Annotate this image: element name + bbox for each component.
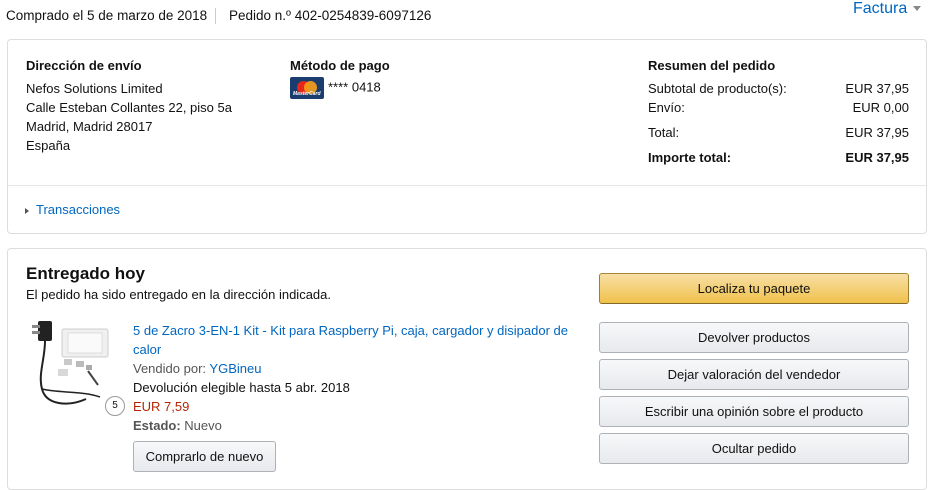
order-date: Comprado el 5 de marzo de 2018	[6, 8, 208, 23]
delivery-description: El pedido ha sido entregado en la direcc…	[26, 287, 331, 302]
product-info: 5 de Zacro 3-EN-1 Kit - Kit para Raspber…	[133, 321, 583, 435]
transactions-label: Transacciones	[36, 202, 121, 217]
summary-heading: Resumen del pedido	[648, 58, 776, 73]
transactions-toggle[interactable]: Transacciones	[25, 202, 120, 217]
seller-link[interactable]: YGBineu	[209, 361, 261, 376]
shipping-heading: Dirección de envío	[26, 58, 142, 73]
order-number: Pedido n.º 402-0254839-6097126	[229, 8, 432, 23]
seller-feedback-button[interactable]: Dejar valoración del vendedor	[599, 359, 909, 390]
sold-by-label: Vendido por:	[133, 361, 207, 376]
shipping-row: Envío: EUR 0,00	[648, 98, 909, 117]
hide-order-button[interactable]: Ocultar pedido	[599, 433, 909, 464]
subtotal-value: EUR 37,95	[845, 81, 909, 96]
payment-method: Método de pago MasterCard **** 0418	[290, 56, 390, 99]
product-title-link[interactable]: 5 de Zacro 3-EN-1 Kit - Kit para Raspber…	[133, 321, 583, 359]
card-number: **** 0418	[328, 79, 381, 95]
total-row: Total: EUR 37,95	[648, 123, 909, 142]
return-items-button[interactable]: Devolver productos	[599, 322, 909, 353]
shipment-panel: Entregado hoy El pedido ha sido entregad…	[7, 248, 927, 490]
address-line: Madrid, Madrid 28017	[26, 119, 153, 134]
header-divider	[215, 8, 216, 24]
caret-right-icon	[25, 207, 29, 214]
subtotal-row: Subtotal de producto(s): EUR 37,95	[648, 79, 909, 98]
mastercard-icon: MasterCard	[290, 77, 324, 99]
shipping-cost-label: Envío:	[648, 100, 685, 115]
track-package-button[interactable]: Localiza tu paquete	[599, 273, 909, 304]
section-divider	[8, 185, 926, 186]
address-line: Calle Esteban Collantes 22, piso 5a	[26, 100, 232, 115]
quantity-badge: 5	[105, 396, 125, 416]
return-eligibility: Devolución elegible hasta 5 abr. 2018	[133, 380, 350, 395]
chevron-down-icon	[913, 6, 922, 12]
write-review-button[interactable]: Escribir una opinión sobre el producto	[599, 396, 909, 427]
order-header: Comprado el 5 de marzo de 2018 Pedido n.…	[0, 0, 934, 32]
condition-value: Nuevo	[184, 418, 222, 433]
grand-total-row: Importe total: EUR 37,95	[648, 148, 909, 167]
product-price: EUR 7,59	[133, 399, 190, 414]
payment-heading: Método de pago	[290, 58, 390, 73]
order-summary: Resumen del pedido Subtotal de producto(…	[648, 56, 909, 167]
condition-line: Estado: Nuevo	[133, 416, 583, 435]
order-details-panel: Dirección de envío Nefos Solutions Limit…	[7, 39, 927, 234]
invoice-dropdown[interactable]: Factura	[853, 0, 922, 18]
total-label: Total:	[648, 125, 680, 140]
shipping-cost-value: EUR 0,00	[852, 100, 909, 115]
seller-line: Vendido por: YGBineu	[133, 359, 583, 378]
grand-total-value: EUR 37,95	[845, 150, 909, 165]
shipping-address: Dirección de envío Nefos Solutions Limit…	[26, 56, 232, 155]
delivery-status: Entregado hoy	[26, 264, 146, 283]
buy-again-button[interactable]: Comprarlo de nuevo	[133, 441, 276, 472]
card-brand: MasterCard	[293, 91, 321, 97]
total-value: EUR 37,95	[845, 125, 909, 140]
address-line: España	[26, 138, 71, 153]
subtotal-label: Subtotal de producto(s):	[648, 81, 787, 96]
grand-total-label: Importe total:	[648, 150, 732, 165]
invoice-label: Factura	[853, 0, 908, 17]
condition-label: Estado:	[133, 418, 181, 433]
address-line: Nefos Solutions Limited	[26, 81, 163, 96]
